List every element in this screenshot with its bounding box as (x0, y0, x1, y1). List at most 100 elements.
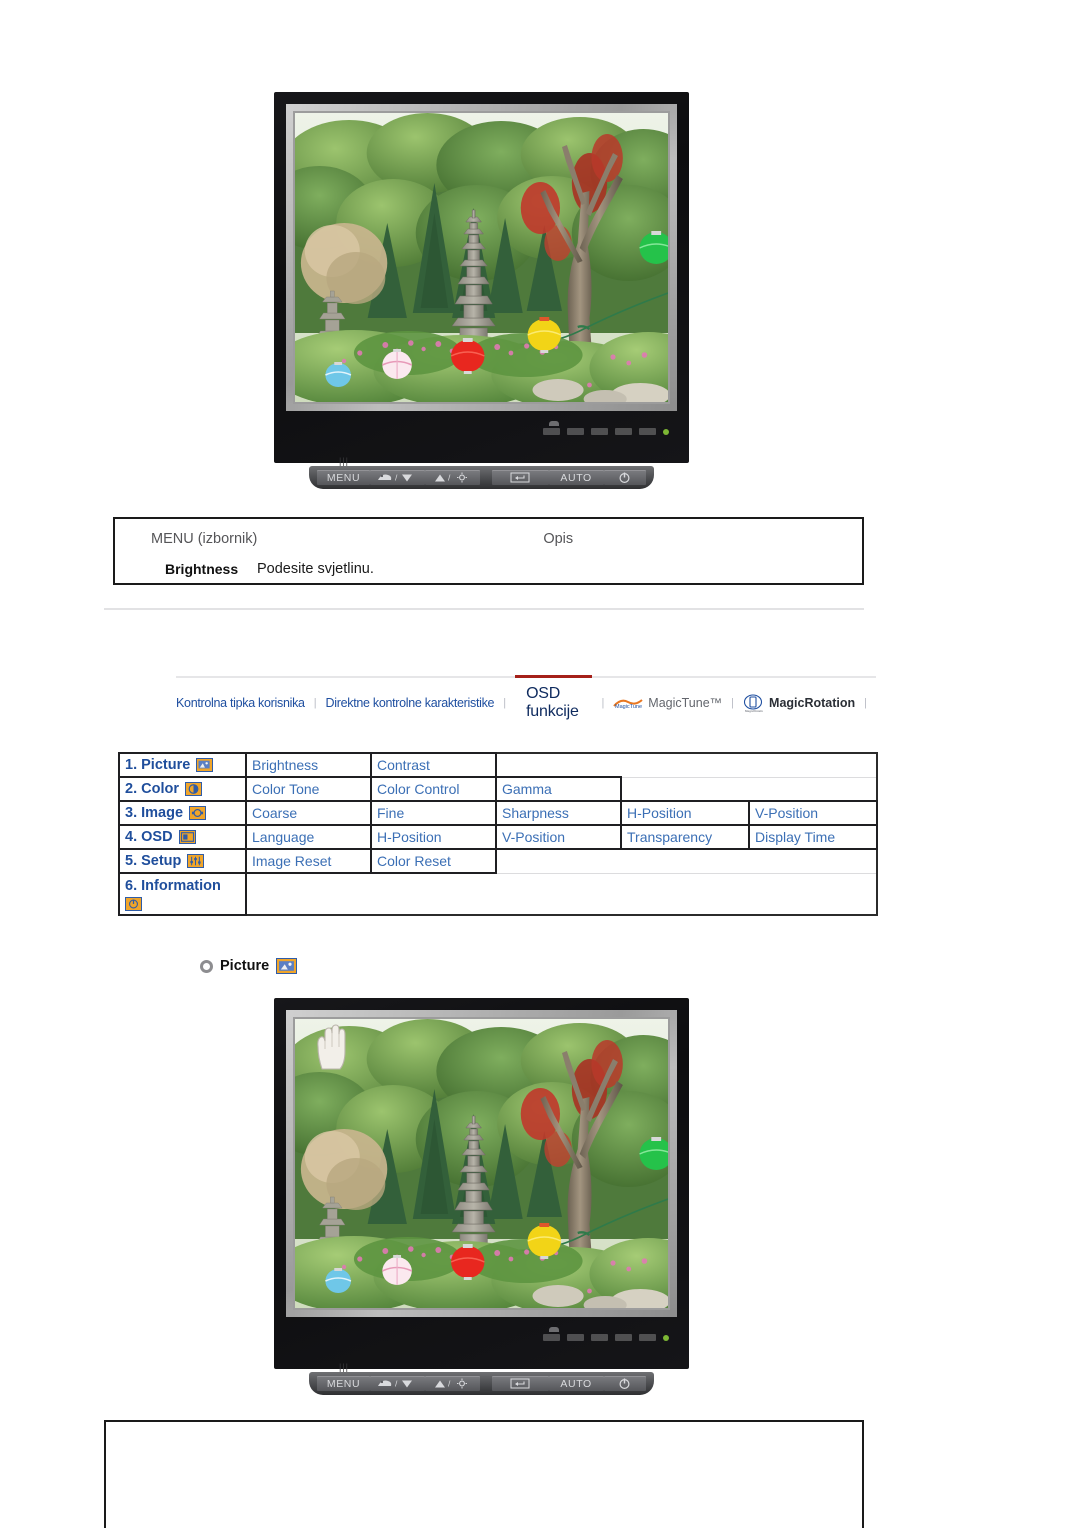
osd-empty-cell (621, 848, 749, 874)
power-led-icon (663, 428, 669, 435)
osd-item-language[interactable]: Language (245, 824, 372, 850)
osd-item-h-position[interactable]: H-Position (620, 800, 750, 826)
osd-menu-table: 1. Picture Brightness Contrast 2. Color (118, 752, 878, 916)
menu-item-name: Brightness (165, 561, 239, 577)
power-icon (619, 472, 630, 484)
osd-category-information[interactable]: 6. Information (118, 872, 247, 916)
svg-text:/: / (448, 1379, 451, 1389)
osd-empty-cell (621, 872, 749, 916)
chin-label-5 (639, 1334, 656, 1341)
column-header-description: Opis (543, 531, 574, 547)
monitor-bezel (274, 92, 689, 463)
brightness-up-button-bottom[interactable]: / (424, 1376, 480, 1391)
monitor-chin-labels (543, 1334, 669, 1341)
osd-item-image-reset[interactable]: Image Reset (245, 848, 372, 874)
osd-item-h-position[interactable]: H-Position (370, 824, 497, 850)
menu-button-bottom[interactable]: MENU (317, 1376, 371, 1391)
monitor-chin-top (286, 415, 677, 437)
setup-icon (187, 853, 205, 868)
osd-category-setup[interactable]: 5. Setup (118, 848, 247, 874)
chin-label-4 (615, 1334, 632, 1341)
osd-category-image[interactable]: 3. Image (118, 800, 247, 826)
image-icon (189, 805, 207, 820)
control-gap (480, 470, 492, 485)
hand-pointer-icon (317, 1024, 346, 1070)
osd-empty-cell (496, 752, 621, 778)
picture-icon (196, 757, 214, 772)
up-arrow-icon: / (435, 1378, 468, 1389)
chin-label-1 (543, 1334, 560, 1341)
osd-item-fine[interactable]: Fine (370, 800, 497, 826)
auto-button-bottom[interactable]: AUTO (548, 1376, 604, 1391)
osd-row-image: 3. Image Coarse Fine Sharpness H-Positio… (118, 800, 878, 826)
osd-item-transparency[interactable]: Transparency (620, 824, 750, 850)
osd-item-contrast[interactable]: Contrast (370, 752, 497, 778)
section-heading-label: Picture (220, 958, 270, 974)
monitor-control-strip-top: ||| MENU / / AUTO (309, 457, 654, 489)
osd-category-setup-label: 5. Setup (125, 852, 182, 869)
monitor-bottom: ||| MENU / / AUTO (274, 998, 689, 1395)
osd-item-color-control[interactable]: Color Control (370, 776, 497, 802)
osd-item-gamma[interactable]: Gamma (495, 776, 622, 802)
chin-label-1 (543, 428, 560, 435)
tab-separator: | (503, 697, 507, 709)
enter-button-top[interactable] (492, 470, 549, 485)
svg-text:/: / (395, 473, 398, 483)
magictune-logo-icon: MagicTune (613, 698, 643, 710)
osd-row-picture: 1. Picture Brightness Contrast (118, 752, 878, 778)
osd-item-display-time[interactable]: Display Time (748, 824, 878, 850)
monitor-top: ||| MENU / / AUTO (274, 92, 689, 489)
up-arrow-icon: / (435, 472, 468, 483)
osd-category-picture-label: 1. Picture (125, 756, 191, 773)
osd-empty-cell (496, 872, 621, 916)
osd-empty-cell (749, 872, 878, 916)
section-divider (104, 608, 864, 610)
power-led-icon (663, 1334, 669, 1341)
auto-button-top[interactable]: AUTO (548, 470, 604, 485)
osd-item-coarse[interactable]: Coarse (245, 800, 372, 826)
osd-category-picture[interactable]: 1. Picture (118, 752, 247, 778)
tab-magicrotation[interactable]: MagicRotation MagicRotation (743, 693, 855, 713)
power-button-bottom[interactable] (603, 1376, 646, 1391)
power-button-top[interactable] (603, 470, 646, 485)
brightness-down-button-top[interactable]: / (370, 470, 425, 485)
osd-row-setup: 5. Setup Image Reset Color Reset (118, 848, 878, 874)
osd-row-information: 6. Information (118, 872, 878, 916)
column-header-menu: MENU (izbornik) (151, 531, 258, 547)
osd-category-information-label: 6. Information (125, 878, 221, 895)
down-arrow-icon: / (378, 1379, 413, 1389)
color-icon (184, 781, 202, 796)
tab-separator: | (313, 697, 317, 709)
osd-empty-cell (496, 848, 621, 874)
bullet-ring-icon (200, 959, 213, 973)
menu-button-top[interactable]: MENU (317, 470, 371, 485)
tab-magictune[interactable]: MagicTune MagicTune™ (613, 696, 722, 710)
monitor-control-strip-bottom: ||| MENU / / AUTO (309, 1363, 654, 1395)
table-header-row: MENU (izbornik) Opis (115, 519, 862, 557)
osd-empty-cell (749, 776, 878, 802)
osd-category-osd[interactable]: 4. OSD (118, 824, 247, 850)
enter-icon (510, 1378, 530, 1389)
tab-separator: | (864, 697, 867, 709)
osd-item-brightness[interactable]: Brightness (245, 752, 372, 778)
osd-item-color-tone[interactable]: Color Tone (245, 776, 372, 802)
osd-item-sharpness[interactable]: Sharpness (495, 800, 622, 826)
tab-osd-funkcije[interactable]: OSD funkcije (515, 675, 593, 721)
chin-label-3 (591, 1334, 608, 1341)
brightness-up-button-top[interactable]: / (424, 470, 480, 485)
tab-magictune-label: MagicTune™ (648, 696, 723, 710)
svg-text:MagicRotation: MagicRotation (745, 709, 763, 713)
tab-direktne-kontrolne-karakteristike[interactable]: Direktne kontrolne karakteristike (326, 696, 495, 710)
tab-kontrolna-tipka-korisnika[interactable]: Kontrolna tipka korisnika (176, 696, 305, 710)
osd-item-color-reset[interactable]: Color Reset (370, 848, 497, 874)
osd-category-color[interactable]: 2. Color (118, 776, 247, 802)
down-arrow-icon: / (378, 473, 413, 483)
osd-item-v-position[interactable]: V-Position (495, 824, 622, 850)
enter-button-bottom[interactable] (492, 1376, 549, 1391)
osd-item-v-position[interactable]: V-Position (748, 800, 878, 826)
osd-empty-cell (621, 776, 749, 802)
monitor-inner-frame (286, 104, 677, 411)
brightness-down-button-bottom[interactable]: / (370, 1376, 425, 1391)
osd-category-osd-label: 4. OSD (125, 828, 173, 845)
chin-label-5 (639, 428, 656, 435)
